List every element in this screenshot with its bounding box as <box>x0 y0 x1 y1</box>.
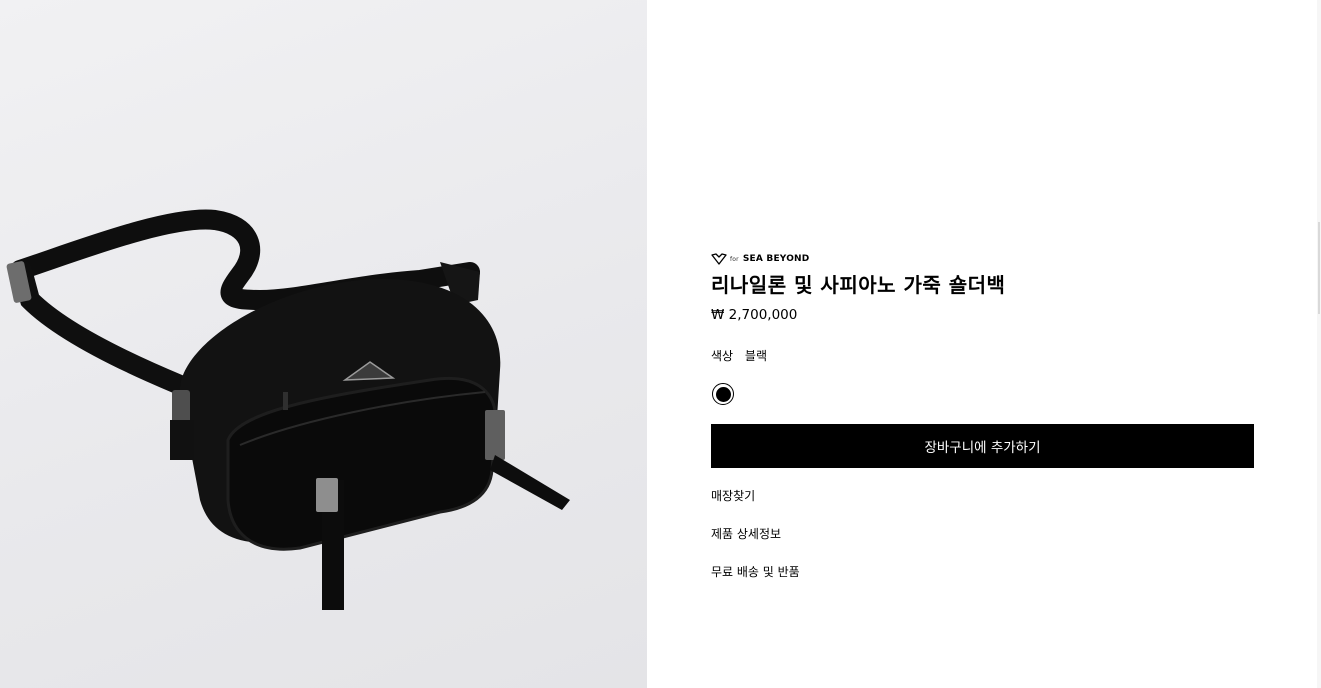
color-label: 색상 <box>711 349 734 363</box>
shoulder-bag-illustration <box>6 209 570 610</box>
scrollbar[interactable] <box>1317 0 1321 688</box>
product-info-panel: for SEA BEYOND 리나일론 및 사피아노 가죽 숄더백 ₩ 2,70… <box>711 252 1255 602</box>
brand-prefix: for <box>730 255 739 263</box>
product-price: ₩ 2,700,000 <box>711 307 798 323</box>
heart-icon <box>711 253 727 265</box>
product-image[interactable] <box>0 0 647 688</box>
color-swatch-black[interactable] <box>712 383 734 405</box>
brand-name: SEA BEYOND <box>742 254 810 264</box>
swatch-dot <box>715 386 731 402</box>
product-links: 매장찾기 제품 상세정보 무료 배송 및 반품 <box>711 488 1255 580</box>
scrollbar-thumb[interactable] <box>1318 222 1320 314</box>
color-value: 블랙 <box>744 349 768 363</box>
product-details-link[interactable]: 제품 상세정보 <box>711 526 1255 542</box>
product-page: for SEA BEYOND 리나일론 및 사피아노 가죽 숄더백 ₩ 2,70… <box>0 0 1321 688</box>
add-to-cart-button[interactable]: 장바구니에 추가하기 <box>711 424 1254 468</box>
sea-beyond-badge: for SEA BEYOND <box>711 252 1255 266</box>
store-finder-link[interactable]: 매장찾기 <box>711 488 1255 504</box>
product-title: 리나일론 및 사피아노 가죽 숄더백 <box>711 273 1006 297</box>
shipping-returns-link[interactable]: 무료 배송 및 반품 <box>711 564 1255 580</box>
color-selector-label: 색상 블랙 <box>711 348 1255 364</box>
